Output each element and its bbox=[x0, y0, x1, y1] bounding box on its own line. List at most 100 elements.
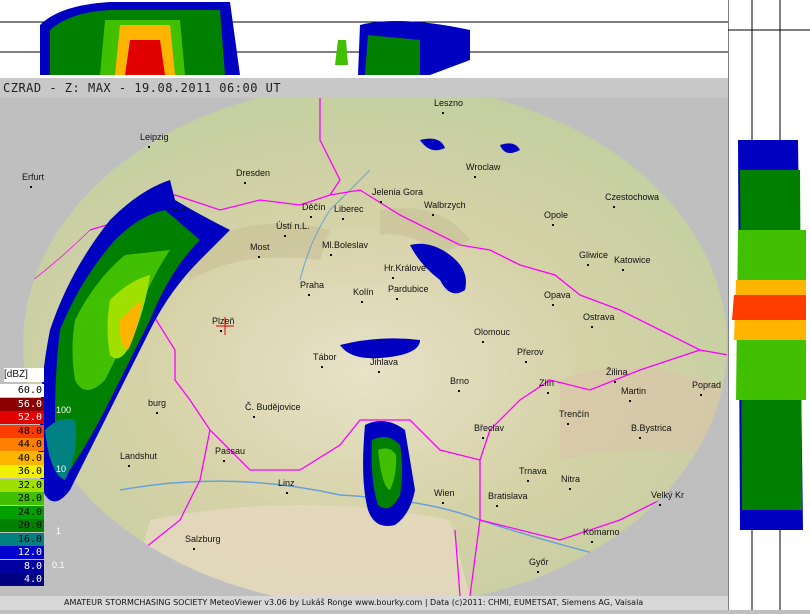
city-label: Liberec bbox=[334, 204, 364, 214]
city-label: Tábor bbox=[313, 352, 337, 362]
legend-level: 56.0 bbox=[0, 397, 44, 411]
city-dot bbox=[342, 218, 344, 220]
city-label: Passau bbox=[215, 446, 246, 456]
city-dot bbox=[482, 437, 484, 439]
city-dot bbox=[128, 465, 130, 467]
city-dot bbox=[253, 416, 255, 418]
city-label: Břeclav bbox=[474, 423, 505, 433]
city-dot bbox=[591, 541, 593, 543]
city-dot bbox=[330, 254, 332, 256]
city-label: Plzeň bbox=[212, 316, 235, 326]
city-dot bbox=[223, 460, 225, 462]
city-dot bbox=[284, 235, 286, 237]
top-cross-section-plot bbox=[0, 2, 728, 75]
legend-level: 24.0 bbox=[0, 505, 44, 519]
city-label: Jihlava bbox=[370, 357, 399, 367]
profile-echo bbox=[335, 40, 348, 65]
legend-level: 44.0 bbox=[0, 438, 44, 451]
city-dot bbox=[482, 341, 484, 343]
city-dot bbox=[179, 218, 181, 220]
city-label: Brno bbox=[450, 376, 470, 386]
city-label: Děčín bbox=[302, 202, 326, 212]
city-dot bbox=[614, 381, 616, 383]
city-dot bbox=[156, 412, 158, 414]
city-dot bbox=[622, 269, 624, 271]
city-label: Bratislava bbox=[488, 491, 528, 501]
city-dot bbox=[361, 301, 363, 303]
city-dot bbox=[587, 264, 589, 266]
city-dot bbox=[396, 298, 398, 300]
right-cross-section-plot bbox=[727, 0, 810, 610]
legend-level: 8.0 bbox=[0, 559, 44, 573]
city-label: Velký Kr bbox=[651, 490, 685, 500]
legend-level: 20.0 bbox=[0, 519, 44, 532]
city-label: Győr bbox=[529, 557, 549, 567]
city-label: Č. Budějovice bbox=[245, 402, 301, 412]
city-dot bbox=[148, 146, 150, 148]
city-label: Ml.Boleslav bbox=[322, 240, 369, 250]
city-label: Jelenia Gora bbox=[372, 187, 424, 197]
city-label: Komarno bbox=[583, 527, 620, 537]
city-label: Olomouc bbox=[474, 327, 511, 337]
city-dot bbox=[659, 504, 661, 506]
city-dot bbox=[310, 216, 312, 218]
rain-rate-label: 10 bbox=[56, 464, 67, 474]
city-label: Hr.Králové bbox=[384, 263, 427, 273]
top-cross-section-panel bbox=[0, 0, 728, 78]
city-label: Leszno bbox=[434, 98, 464, 108]
city-dot bbox=[567, 423, 569, 425]
legend-level: 48.0 bbox=[0, 424, 44, 438]
legend-level: 32.0 bbox=[0, 478, 44, 492]
legend-level: 4.0 bbox=[0, 573, 44, 586]
legend-level: 52.0 bbox=[0, 411, 44, 424]
city-label: Leipzig bbox=[140, 132, 169, 142]
city-dot bbox=[569, 488, 571, 490]
city-label: Martin bbox=[621, 386, 647, 396]
city-label: Most bbox=[250, 242, 270, 252]
city-label: Dresden bbox=[236, 168, 271, 178]
city-label: Nitra bbox=[561, 474, 581, 484]
city-label: Katowice bbox=[614, 255, 651, 265]
city-label: Wien bbox=[434, 488, 455, 498]
right-cross-section-panel bbox=[727, 0, 810, 610]
city-label: Praha bbox=[300, 280, 325, 290]
city-label: Gliwice bbox=[579, 250, 609, 260]
city-dot bbox=[442, 502, 444, 504]
city-dot bbox=[527, 480, 529, 482]
city-dot bbox=[537, 571, 539, 573]
profile-echo bbox=[732, 295, 806, 320]
legend-level: 36.0 bbox=[0, 465, 44, 478]
city-dot bbox=[613, 206, 615, 208]
city-label: Linz bbox=[278, 478, 295, 488]
city-dot bbox=[591, 326, 593, 328]
city-dot bbox=[193, 548, 195, 550]
credits-footer: AMATEUR STORMCHASING SOCIETY MeteoViewer… bbox=[0, 596, 728, 610]
legend-level: 16.0 bbox=[0, 532, 44, 546]
city-dot bbox=[308, 294, 310, 296]
city-label: B.Bystrica bbox=[631, 423, 672, 433]
city-label: Erfurt bbox=[22, 172, 45, 182]
city-dot bbox=[700, 394, 702, 396]
city-label: Czestochowa bbox=[605, 192, 660, 202]
legend-level: 60.0 bbox=[0, 384, 44, 397]
city-dot bbox=[442, 112, 444, 114]
city-label: Zlín bbox=[539, 378, 555, 388]
city-dot bbox=[552, 304, 554, 306]
legend-level: 28.0 bbox=[0, 492, 44, 505]
legend-level: 40.0 bbox=[0, 451, 44, 465]
city-dot bbox=[321, 366, 323, 368]
rain-rate-label: 0.1 bbox=[52, 560, 65, 570]
city-dot bbox=[258, 256, 260, 258]
rain-rate-label: 1 bbox=[56, 526, 62, 536]
rain-rate-label: 100 bbox=[56, 405, 72, 415]
city-dot bbox=[552, 224, 554, 226]
city-dot bbox=[629, 400, 631, 402]
legend-level: 12.0 bbox=[0, 546, 44, 559]
city-dot bbox=[392, 277, 394, 279]
legend-title: [dBZ] bbox=[4, 368, 44, 382]
city-dot bbox=[30, 186, 32, 188]
city-dot bbox=[547, 392, 549, 394]
radar-map bbox=[0, 98, 728, 596]
city-label: Opava bbox=[544, 290, 571, 300]
city-dot bbox=[378, 371, 380, 373]
